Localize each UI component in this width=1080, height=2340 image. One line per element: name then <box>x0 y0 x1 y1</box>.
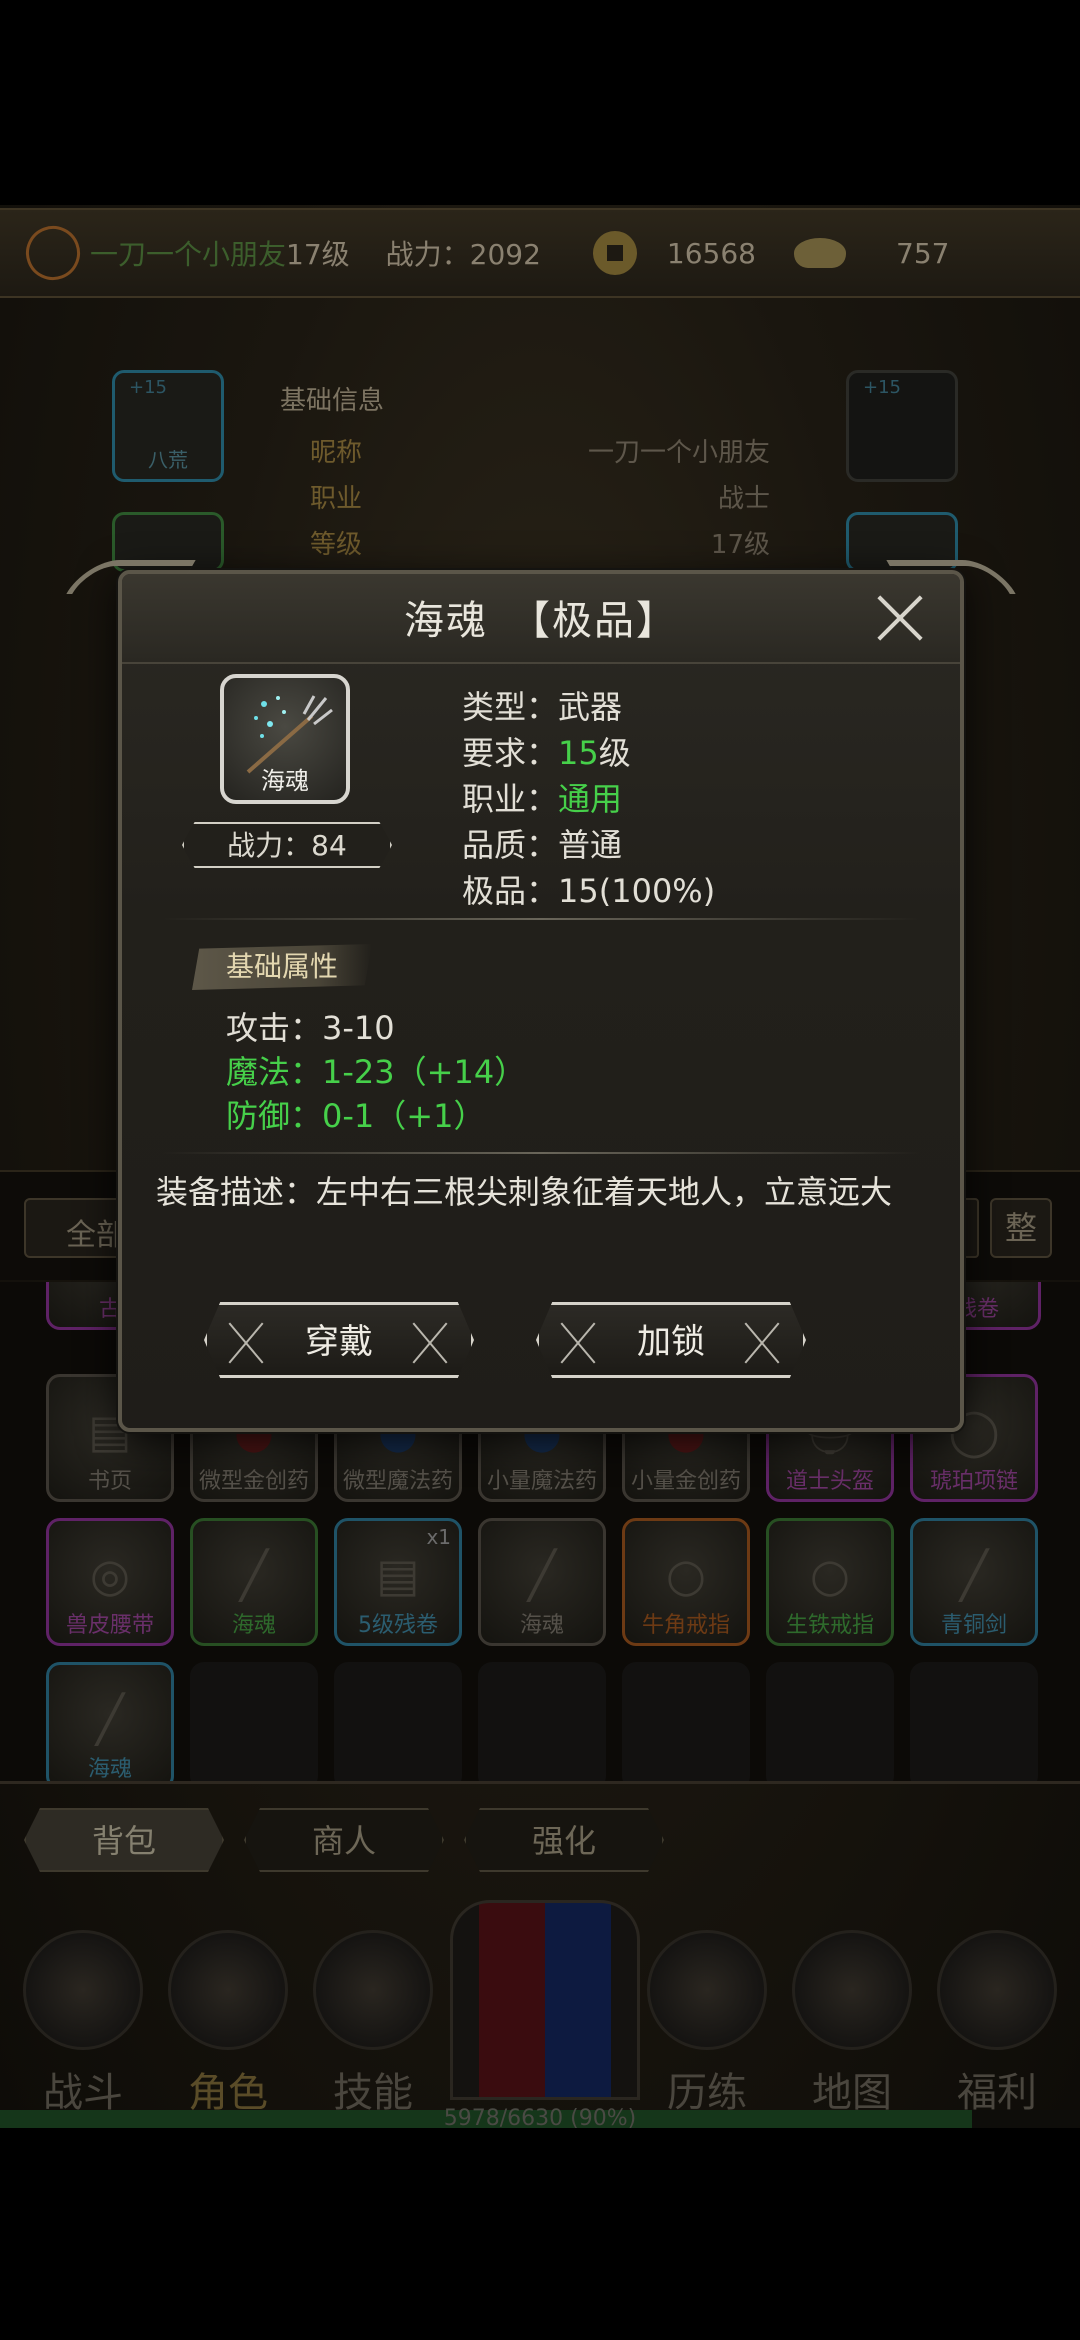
scroll-icon: ▤ <box>376 1547 420 1602</box>
map-icon <box>792 1930 912 2050</box>
info-requirement: 要求：15级 <box>462 734 631 772</box>
character-icon <box>168 1930 288 2050</box>
info-row-level: 等级 17级 <box>310 530 770 560</box>
ingot-amount: 757 <box>896 236 950 270</box>
close-icon[interactable] <box>874 592 924 642</box>
attr-attack: 攻击：3-10 <box>226 1009 395 1047</box>
nav-skills[interactable]: 技能 <box>308 1930 438 2116</box>
item-detail-dialog: 海魂 【极品】 海魂 战力：84 类型：武器 要求：15级 职业：通用 品质：普… <box>66 560 1016 1432</box>
inventory-slot-empty[interactable] <box>910 1662 1038 1781</box>
skills-icon <box>313 1930 433 2050</box>
inventory-item[interactable]: ╱ 海魂 <box>478 1518 606 1646</box>
trident-icon: ╱ <box>528 1547 556 1602</box>
attr-defense: 防御：0-1（+1） <box>226 1097 486 1135</box>
inventory-item[interactable]: ╱ 海魂 <box>46 1662 174 1781</box>
nav-battle[interactable]: 战斗 <box>18 1930 148 2116</box>
gold-amount: 16568 <box>666 236 756 270</box>
treasure-chest-icon <box>937 1930 1057 2050</box>
inventory-slot-empty[interactable] <box>334 1662 462 1781</box>
info-row-class: 职业 战士 <box>310 484 770 514</box>
player-name: 一刀一个小朋友 <box>90 238 287 271</box>
top-status-bar: 一刀一个小朋友 17级 战力：2092 16568 757 <box>0 208 1080 298</box>
item-attributes: 攻击：3-10 魔法：1-23（+14） 防御：0-1（+1） <box>226 1006 526 1138</box>
inventory-item[interactable]: ╱ 青铜剑 <box>910 1518 1038 1646</box>
wear-button[interactable]: 穿戴 <box>204 1302 474 1378</box>
item-power: 战力：84 <box>182 822 392 868</box>
player-level: 17级 <box>286 238 350 271</box>
base-attributes-label: 基础属性 <box>192 944 372 990</box>
inventory-item[interactable]: x1 ▤ 5级残卷 <box>334 1518 462 1646</box>
inventory-item[interactable]: ◎ 兽皮腰带 <box>46 1518 174 1646</box>
info-quality: 品质：普通 <box>462 826 623 864</box>
sort-button[interactable]: 整 <box>990 1198 1052 1258</box>
inventory-item[interactable]: ○ 生铁戒指 <box>766 1518 894 1646</box>
basic-info-title: 基础信息 <box>280 386 385 416</box>
inventory-item[interactable]: ╱ 海魂 <box>190 1518 318 1646</box>
inventory-slot-empty[interactable] <box>766 1662 894 1781</box>
info-type: 类型：武器 <box>462 688 623 726</box>
nav-character[interactable]: 角色 <box>163 1930 293 2116</box>
nav-welfare[interactable]: 福利 <box>932 1930 1062 2116</box>
belt-icon: ◎ <box>89 1547 131 1602</box>
attr-magic: 魔法：1-23（+14） <box>226 1053 527 1091</box>
item-icon: 海魂 <box>220 674 350 804</box>
button-ornament <box>743 1317 783 1367</box>
divider <box>162 1152 920 1154</box>
ring-icon: ○ <box>665 1547 707 1602</box>
ring-icon: ○ <box>809 1547 851 1602</box>
dialog-header: 海魂 【极品】 <box>122 574 960 664</box>
lock-button[interactable]: 加锁 <box>536 1302 806 1378</box>
info-excellent: 极品：15(100%) <box>462 872 716 910</box>
enhance-level: +15 <box>129 377 167 398</box>
center-portal-icon[interactable] <box>450 1900 640 2100</box>
trident-icon: ╱ <box>96 1691 124 1746</box>
item-info: 类型：武器 要求：15级 职业：通用 品质：普通 极品：15(100%) <box>462 684 715 914</box>
equip-slot-label: 八荒 <box>148 448 188 472</box>
nav-map[interactable]: 地图 <box>787 1930 917 2116</box>
item-description: 装备描述：左中右三根尖刺象征着天地人，立意远大 <box>156 1173 893 1211</box>
button-ornament <box>411 1317 451 1367</box>
tab-enhance[interactable]: 强化 <box>464 1808 664 1872</box>
crossed-swords-icon <box>23 1930 143 2050</box>
divider <box>162 918 920 920</box>
trident-icon: ╱ <box>240 1547 268 1602</box>
experience-bar: 5978/6630 (90%) <box>0 2106 1080 2131</box>
equip-slot-weapon[interactable]: +15 八荒 <box>112 370 224 482</box>
spiral-icon <box>647 1930 767 2050</box>
button-ornament <box>227 1317 267 1367</box>
info-class: 职业：通用 <box>462 780 623 818</box>
bag-tabs: 背包 商人 强化 <box>0 1800 1080 1880</box>
gold-ingot-icon <box>794 238 846 268</box>
character-panel: +15 八荒 +15 基础信息 昵称 一刀一个小朋友 职业 战士 等级 17级 <box>0 340 1080 572</box>
item-icon-label: 海魂 <box>261 767 309 795</box>
nav-training[interactable]: 历练 <box>642 1930 772 2116</box>
sword-icon: ╱ <box>960 1547 988 1602</box>
copper-coin-icon[interactable] <box>592 231 637 275</box>
experience-text: 5978/6630 (90%) <box>443 2106 637 2131</box>
tab-bag[interactable]: 背包 <box>24 1808 224 1872</box>
main-nav: 战斗 角色 技能 历练 地图 福利 <box>0 1900 1080 2116</box>
player-power: 战力：2092 <box>385 238 541 271</box>
inventory-slot-empty[interactable] <box>622 1662 750 1781</box>
inventory-slot-empty[interactable] <box>478 1662 606 1781</box>
equip-slot-helmet[interactable]: +15 <box>846 370 958 482</box>
inventory-item[interactable]: ○ 牛角戒指 <box>622 1518 750 1646</box>
button-ornament <box>559 1317 599 1367</box>
info-row-nickname: 昵称 一刀一个小朋友 <box>310 438 770 468</box>
guild-emblem-icon[interactable] <box>18 218 88 288</box>
item-title: 海魂 【极品】 <box>404 598 678 644</box>
tab-merchant[interactable]: 商人 <box>244 1808 444 1872</box>
inventory-slot-empty[interactable] <box>190 1662 318 1781</box>
enhance-level: +15 <box>863 377 901 398</box>
